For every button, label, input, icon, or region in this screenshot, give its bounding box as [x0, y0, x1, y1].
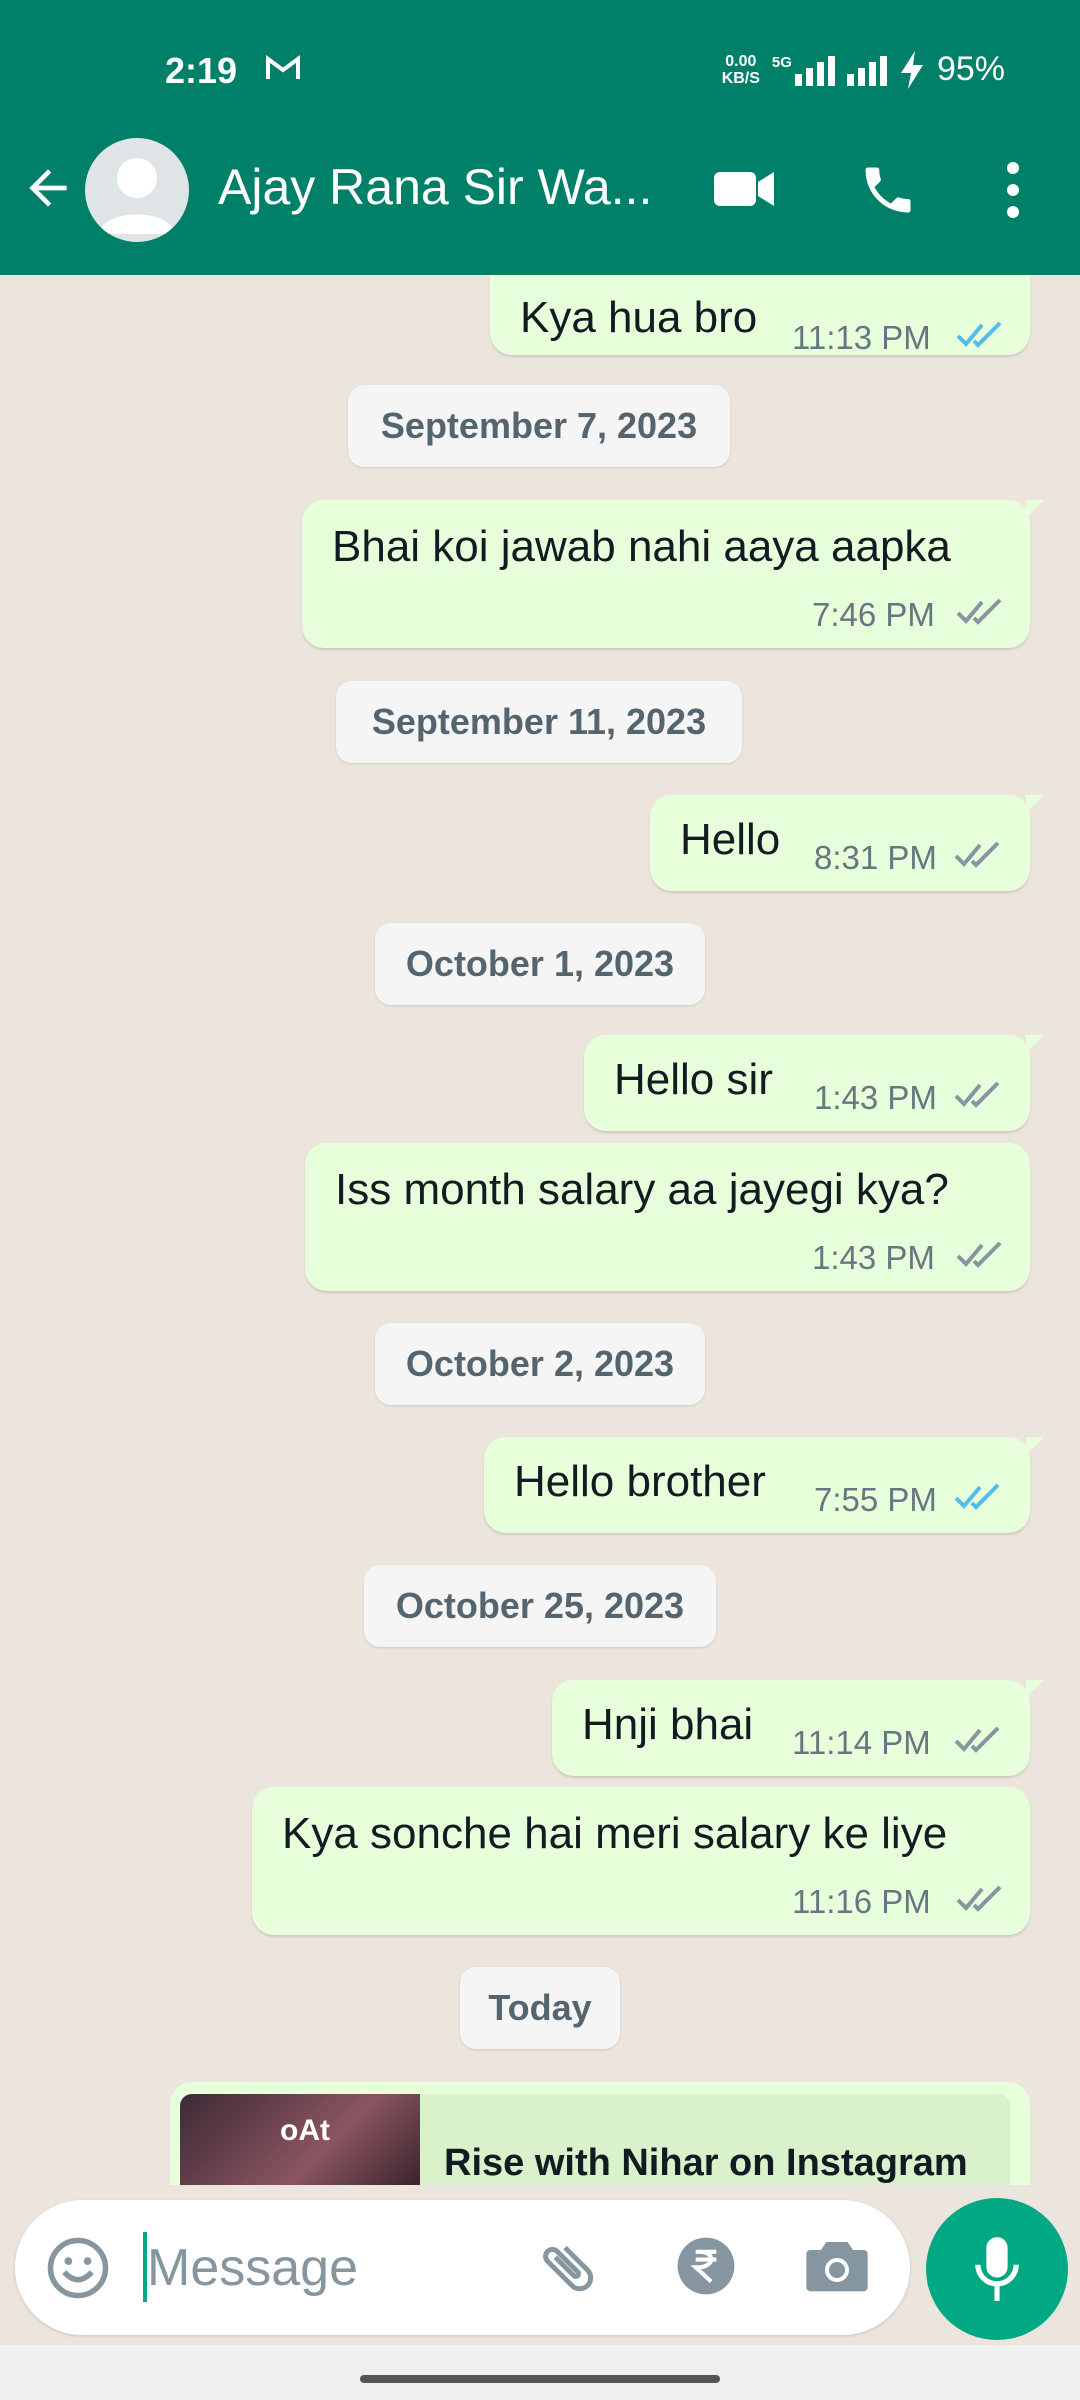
message-bubble[interactable]: Iss month salary aa jayegi kya? 1:43 PM [305, 1143, 1030, 1291]
contact-avatar[interactable] [85, 138, 189, 242]
payment-rupee-icon[interactable] [675, 2235, 737, 2297]
message-input[interactable] [145, 2230, 509, 2306]
message-time: 11:16 PM [792, 1883, 931, 1920]
delivered-ticks-icon [956, 598, 1002, 625]
link-title: Rise with Nihar on Instagram [444, 2142, 968, 2184]
voice-call-icon[interactable] [858, 160, 918, 220]
message-text: Bhai koi jawab nahi aaya aapka [332, 522, 951, 571]
message-time: 1:43 PM [814, 1079, 937, 1116]
attach-icon[interactable] [535, 2235, 601, 2301]
signal-icon [846, 54, 887, 86]
contact-name[interactable]: Ajay Rana Sir Wa... [218, 158, 652, 216]
message-bubble[interactable]: Hello sir 1:43 PM [584, 1035, 1044, 1131]
thumbnail-logo: oAt [280, 2114, 330, 2147]
charging-icon [900, 50, 923, 89]
message-time: 11:14 PM [792, 1724, 931, 1761]
delivered-ticks-icon [956, 1241, 1002, 1268]
message-bubble[interactable]: Hello brother 7:55 PM [484, 1437, 1044, 1533]
message-time: 8:31 PM [814, 839, 937, 876]
net-speed: 0.00 KB/S [721, 52, 760, 87]
date-separator: October 2, 2023 [375, 1323, 705, 1405]
link-preview-bubble[interactable]: oAt Rise with Nihar on Instagram [170, 2082, 1030, 2185]
battery-percent: 95% [936, 50, 1005, 88]
status-indicators: 0.00 KB/S 5G 95% [722, 50, 1005, 89]
date-separator: October 1, 2023 [375, 923, 705, 1005]
message-bubble[interactable]: Bhai koi jawab nahi aaya aapka 7:46 PM [302, 500, 1044, 648]
delivered-ticks-icon [954, 1081, 1000, 1108]
date-separator: September 11, 2023 [336, 681, 742, 763]
message-text: Iss month salary aa jayegi kya? [335, 1165, 949, 1214]
delivered-ticks-icon [954, 841, 1000, 868]
camera-icon[interactable] [805, 2236, 869, 2296]
message-text: Hello [680, 815, 781, 864]
more-vert-icon[interactable] [998, 158, 1028, 222]
default-avatar-icon [99, 158, 175, 234]
chat-area[interactable]: Kya hua bro 11:13 PM September 7, 2023 B… [0, 275, 1080, 2185]
message-text: Hello brother [514, 1457, 766, 1506]
read-ticks-icon [956, 321, 1002, 348]
message-bubble[interactable]: Hello 8:31 PM [650, 795, 1044, 891]
message-time: 7:55 PM [814, 1481, 937, 1518]
video-call-icon[interactable] [712, 160, 776, 216]
gesture-handle[interactable] [360, 2375, 720, 2383]
date-separator: Today [460, 1967, 620, 2049]
signal-5g-icon: 5G [772, 54, 835, 86]
emoji-icon[interactable] [45, 2235, 111, 2301]
message-text: Kya sonche hai meri salary ke liye [282, 1809, 948, 1858]
date-separator: September 7, 2023 [348, 385, 730, 467]
message-bubble[interactable]: Kya hua bro 11:13 PM [490, 275, 1030, 356]
status-time: 2:19 [165, 50, 238, 91]
read-ticks-icon [954, 1483, 1000, 1510]
back-arrow-icon[interactable] [20, 160, 76, 216]
link-preview-card[interactable]: oAt Rise with Nihar on Instagram [180, 2094, 1010, 2185]
message-bubble[interactable]: Hnji bhai 11:14 PM [552, 1680, 1044, 1776]
system-nav-bar [0, 2345, 1080, 2400]
date-separator: October 25, 2023 [364, 1565, 716, 1647]
message-time: 11:13 PM [792, 319, 931, 356]
message-time: 1:43 PM [812, 1239, 935, 1276]
mic-icon [975, 2237, 1019, 2301]
message-bubble[interactable]: Kya sonche hai meri salary ke liye 11:16… [252, 1787, 1030, 1935]
message-text: Hnji bhai [582, 1700, 754, 1749]
message-text: Hello sir [614, 1055, 773, 1104]
link-thumbnail: oAt [180, 2094, 420, 2185]
message-composer [15, 2200, 910, 2335]
chat-header: Ajay Rana Sir Wa... [0, 100, 1080, 275]
delivered-ticks-icon [954, 1726, 1000, 1753]
delivered-ticks-icon [956, 1885, 1002, 1912]
message-time: 7:46 PM [812, 596, 935, 633]
gmail-icon [266, 55, 300, 79]
voice-message-button[interactable] [926, 2198, 1068, 2340]
message-text: Kya hua bro [520, 293, 758, 342]
